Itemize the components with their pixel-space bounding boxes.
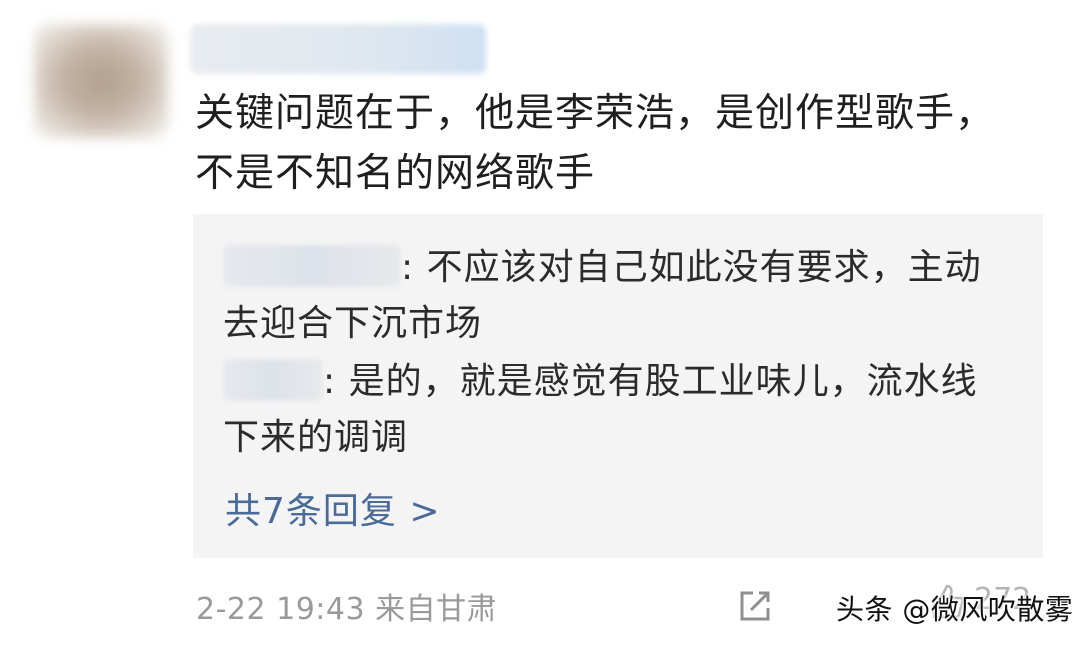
comment-text-line-2: 不是不知名的网络歌手 [195,151,596,196]
reply-item[interactable]: : 不应该对自己如此没有要求，主动去迎合下沉市场 [223,240,1003,352]
reply-username-blurred[interactable] [223,359,323,401]
watermark: 头条 @微风吹散雾 [836,593,1074,626]
timestamp: 2-22 19:43 [196,592,366,627]
comment-text-line-1: 关键问题在于，他是李荣浩，是创作型歌手， [195,91,996,136]
reply-preview-box[interactable]: : 不应该对自己如此没有要求，主动去迎合下沉市场 : 是的，就是感觉有股工业味儿… [193,214,1043,558]
reply-text: : 是的，就是感觉有股工业味儿，流水线下来的调调 [223,361,978,458]
avatar[interactable] [34,24,168,138]
username-blurred[interactable] [190,24,486,74]
view-all-replies-link[interactable]: 共7条回复 > [225,484,441,540]
comment-text: 关键问题在于，他是李荣浩，是创作型歌手， 不是不知名的网络歌手 [195,84,1055,204]
comment-meta: 2-22 19:43 来自甘肃 [196,584,497,628]
location: 来自甘肃 [375,592,498,627]
share-icon[interactable] [737,588,773,624]
reply-username-blurred[interactable] [223,245,401,287]
reply-item[interactable]: : 是的，就是感觉有股工业味儿，流水线下来的调调 [223,354,1003,466]
